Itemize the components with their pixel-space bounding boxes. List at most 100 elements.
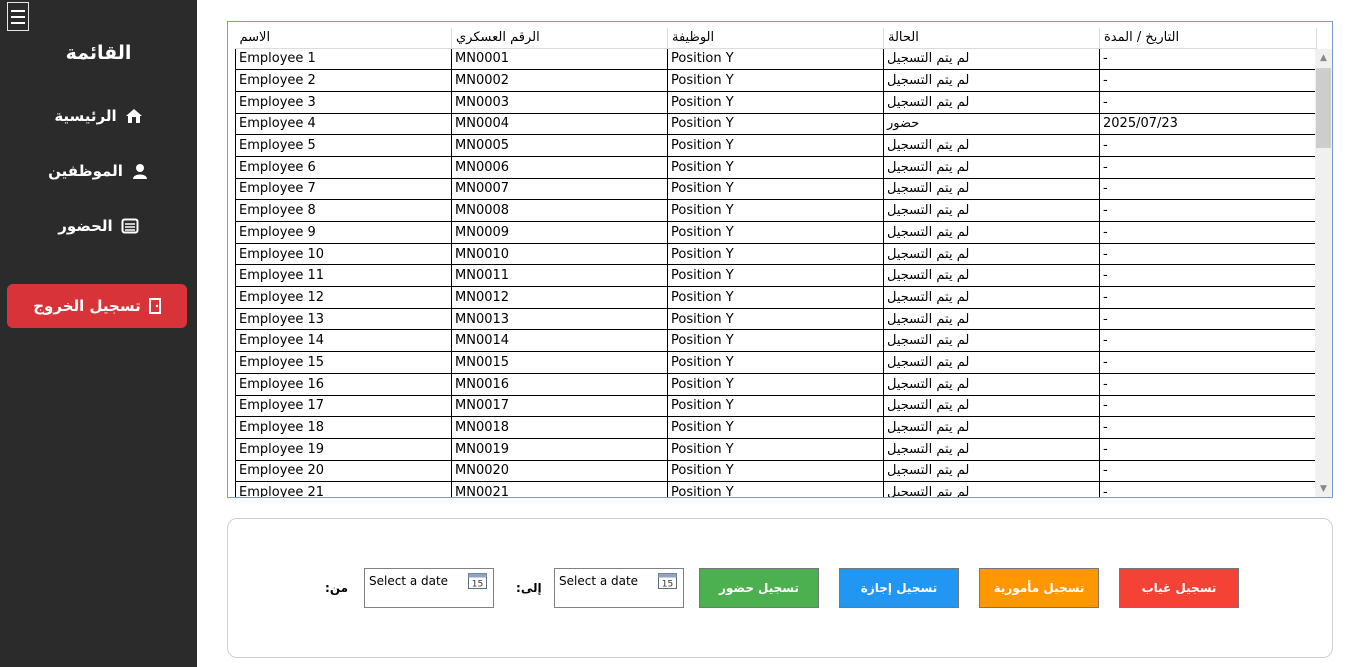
cell-military-number: MN0003 <box>451 91 668 114</box>
cell-name: Employee 17 <box>235 395 452 418</box>
cell-name: Employee 16 <box>235 373 452 396</box>
cell-name: Employee 7 <box>235 178 452 201</box>
record-mission-button[interactable]: تسجيل مأمورية <box>979 568 1099 608</box>
cell-date: - <box>1099 438 1317 461</box>
record-absence-button[interactable]: تسجيل غياب <box>1119 568 1239 608</box>
cell-position: Position Y <box>667 373 884 396</box>
record-attendance-button[interactable]: تسجيل حضور <box>699 568 819 608</box>
cell-status: لم يتم التسجيل <box>883 481 1100 497</box>
column-header-position[interactable]: الوظيفة <box>667 28 884 49</box>
employees-grid[interactable]: الاسم الرقم العسكري الوظيفة الحالة التار… <box>227 21 1333 498</box>
cell-position: Position Y <box>667 395 884 418</box>
exit-door-icon <box>148 298 161 314</box>
cell-date: - <box>1099 134 1317 157</box>
calendar-icon[interactable]: 15 <box>658 572 677 589</box>
cell-status: لم يتم التسجيل <box>883 416 1100 439</box>
cell-date: - <box>1099 91 1317 114</box>
sidebar-item-employees[interactable]: الموظفين <box>0 153 197 189</box>
table-row[interactable]: Employee 7 MN0007 Position Y لم يتم التسجيل… <box>235 178 1317 201</box>
from-date-picker[interactable]: Select a date 15 <box>364 568 494 608</box>
cell-name: Employee 12 <box>235 286 452 309</box>
table-row[interactable]: Employee 20 MN0020 Position Y لم يتم التسجي… <box>235 460 1317 483</box>
column-header-military-number[interactable]: الرقم العسكري <box>451 28 668 49</box>
table-row[interactable]: Employee 13 MN0013 Position Y لم يتم التسجي… <box>235 308 1317 331</box>
hamburger-menu-icon[interactable] <box>7 2 29 31</box>
column-header-name[interactable]: الاسم <box>235 28 452 49</box>
table-row[interactable]: Employee 5 MN0005 Position Y لم يتم التسجيل… <box>235 134 1317 157</box>
table-row[interactable]: Employee 9 MN0009 Position Y لم يتم التسجيل… <box>235 221 1317 244</box>
column-header-status[interactable]: الحالة <box>883 28 1100 49</box>
table-row[interactable]: Employee 18 MN0018 Position Y لم يتم التسجي… <box>235 416 1317 439</box>
scroll-up-icon[interactable]: ▲ <box>1315 49 1332 66</box>
column-header-date-duration[interactable]: التاريخ / المدة <box>1099 28 1317 49</box>
table-row[interactable]: Employee 2 MN0002 Position Y لم يتم التسجيل… <box>235 69 1317 92</box>
table-row[interactable]: Employee 3 MN0003 Position Y لم يتم التسجيل… <box>235 91 1317 114</box>
table-row[interactable]: Employee 4 MN0004 Position Y حضور 2025/07/23 <box>235 113 1317 136</box>
sidebar: القائمة الرئيسية الموظفين الحضور تسجيل ا… <box>0 0 197 667</box>
cell-status: لم يتم التسجيل <box>883 351 1100 374</box>
cell-position: Position Y <box>667 199 884 222</box>
cell-name: Employee 13 <box>235 308 452 331</box>
cell-military-number: MN0004 <box>451 113 668 136</box>
cell-military-number: MN0015 <box>451 351 668 374</box>
cell-date: - <box>1099 156 1317 179</box>
cell-status: لم يتم التسجيل <box>883 243 1100 266</box>
cell-name: Employee 14 <box>235 329 452 353</box>
cell-date: - <box>1099 373 1317 396</box>
cell-position: Position Y <box>667 243 884 266</box>
to-date-placeholder: Select a date <box>559 574 639 588</box>
table-row[interactable]: Employee 10 MN0010 Position Y لم يتم التسجي… <box>235 243 1317 266</box>
table-row[interactable]: Employee 12 MN0012 Position Y لم يتم التسجي… <box>235 286 1317 309</box>
cell-military-number: MN0007 <box>451 178 668 201</box>
cell-military-number: MN0019 <box>451 438 668 461</box>
logout-button[interactable]: تسجيل الخروج <box>7 284 187 328</box>
table-row[interactable]: Employee 15 MN0015 Position Y لم يتم التسجي… <box>235 351 1317 374</box>
table-row[interactable]: Employee 17 MN0017 Position Y لم يتم التسجي… <box>235 395 1317 418</box>
cell-military-number: MN0011 <box>451 264 668 288</box>
cell-military-number: MN0010 <box>451 243 668 266</box>
cell-date: 2025/07/23 <box>1099 113 1317 136</box>
cell-name: Employee 6 <box>235 156 452 179</box>
table-row[interactable]: Employee 11 MN0011 Position Y لم يتم التسجي… <box>235 264 1317 288</box>
cell-military-number: MN0006 <box>451 156 668 179</box>
cell-military-number: MN0012 <box>451 286 668 309</box>
table-row[interactable]: Employee 6 MN0006 Position Y لم يتم التسجيل… <box>235 156 1317 179</box>
cell-date: - <box>1099 221 1317 244</box>
table-row[interactable]: Employee 21 MN0021 Position Y لم يتم التسجي… <box>235 481 1317 497</box>
cell-position: Position Y <box>667 178 884 201</box>
table-row[interactable]: Employee 1 MN0001 Position Y لم يتم التسجيل… <box>235 48 1317 71</box>
cell-military-number: MN0013 <box>451 308 668 331</box>
cell-status: لم يتم التسجيل <box>883 69 1100 92</box>
sidebar-item-attendance[interactable]: الحضور <box>0 208 197 244</box>
cell-status: لم يتم التسجيل <box>883 178 1100 201</box>
cell-military-number: MN0018 <box>451 416 668 439</box>
table-header-row: الاسم الرقم العسكري الوظيفة الحالة التار… <box>235 28 1317 49</box>
cell-date: - <box>1099 329 1317 353</box>
to-date-picker[interactable]: Select a date 15 <box>554 568 684 608</box>
employees-table: الاسم الرقم العسكري الوظيفة الحالة التار… <box>235 28 1317 497</box>
cell-position: Position Y <box>667 481 884 497</box>
cell-position: Position Y <box>667 351 884 374</box>
cell-status: لم يتم التسجيل <box>883 199 1100 222</box>
scroll-down-icon[interactable]: ▼ <box>1315 480 1332 497</box>
cell-status: لم يتم التسجيل <box>883 329 1100 353</box>
cell-status: لم يتم التسجيل <box>883 395 1100 418</box>
cell-name: Employee 21 <box>235 481 452 497</box>
cell-status: لم يتم التسجيل <box>883 286 1100 309</box>
scrollbar-thumb[interactable] <box>1316 68 1331 148</box>
menu-title: القائمة <box>65 42 132 64</box>
calendar-icon[interactable]: 15 <box>468 572 487 589</box>
cell-date: - <box>1099 351 1317 374</box>
cell-name: Employee 19 <box>235 438 452 461</box>
record-leave-button[interactable]: تسجيل إجازة <box>839 568 959 608</box>
sidebar-item-home[interactable]: الرئيسية <box>0 98 197 134</box>
cell-military-number: MN0014 <box>451 329 668 353</box>
table-row[interactable]: Employee 16 MN0016 Position Y لم يتم التسجي… <box>235 373 1317 396</box>
table-row[interactable]: Employee 14 MN0014 Position Y لم يتم التسجي… <box>235 329 1317 353</box>
cell-name: Employee 15 <box>235 351 452 374</box>
table-row[interactable]: Employee 19 MN0019 Position Y لم يتم التسجي… <box>235 438 1317 461</box>
cell-name: Employee 18 <box>235 416 452 439</box>
cell-date: - <box>1099 48 1317 71</box>
cell-status: لم يتم التسجيل <box>883 221 1100 244</box>
table-row[interactable]: Employee 8 MN0008 Position Y لم يتم التسجيل… <box>235 199 1317 222</box>
